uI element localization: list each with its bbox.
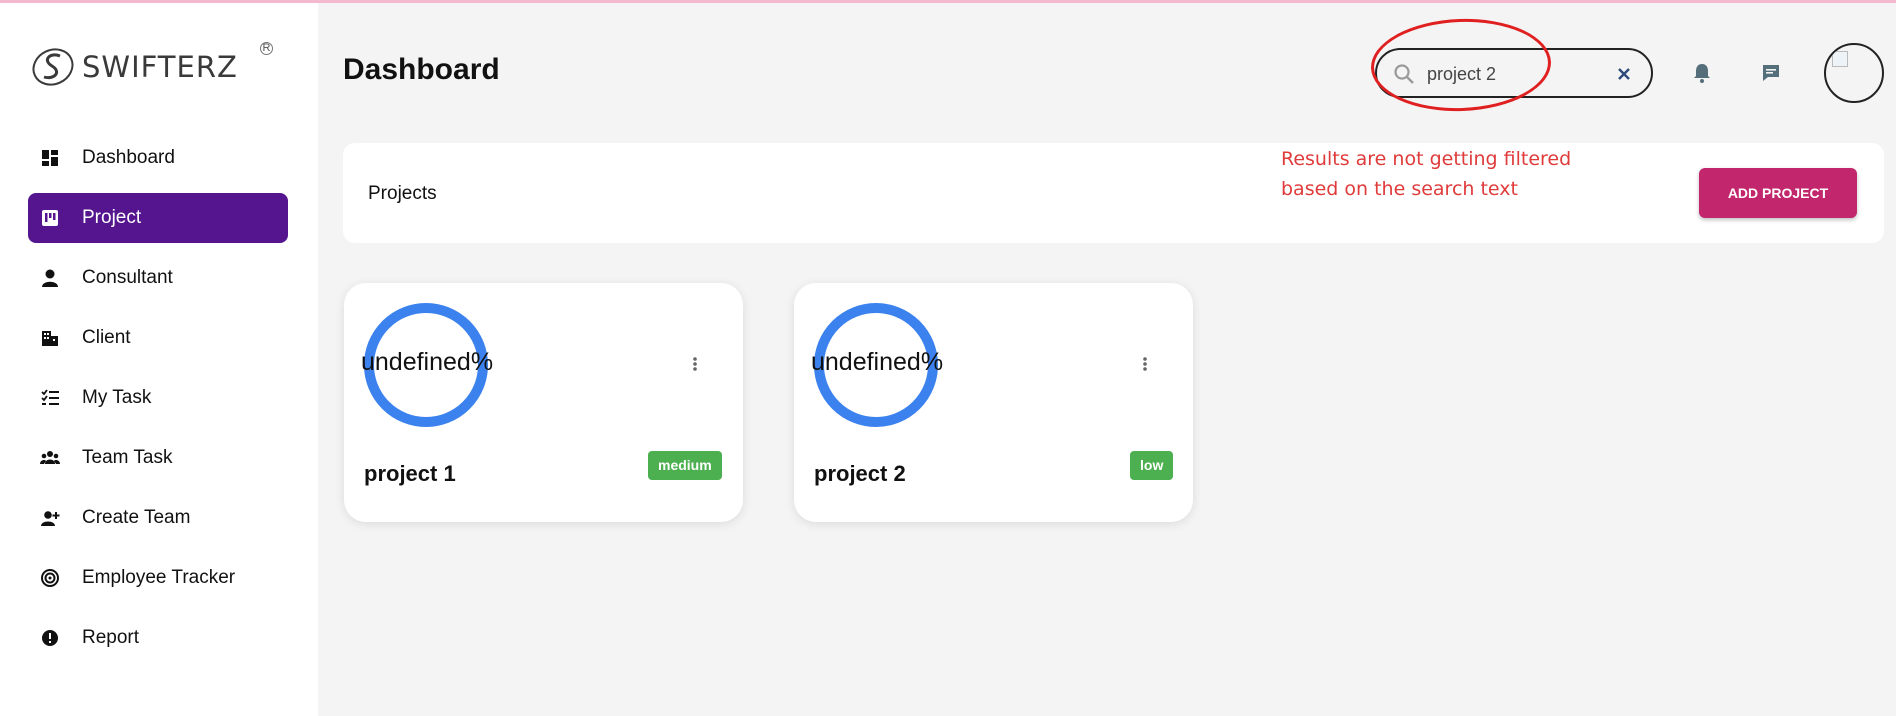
priority-badge: low (1130, 451, 1174, 480)
sidebar-item-create-team[interactable]: Create Team (28, 493, 288, 543)
sidebar-item-label: Dashboard (82, 147, 175, 168)
project-board-icon (40, 208, 60, 228)
sidebar-item-my-task[interactable]: My Task (28, 373, 288, 423)
progress-label: undefined% (811, 348, 944, 376)
sidebar-item-label: Create Team (82, 507, 191, 528)
sidebar-item-dashboard[interactable]: Dashboard (28, 133, 288, 183)
sidebar-item-label: Consultant (82, 267, 173, 288)
priority-badge: medium (648, 451, 722, 480)
bell-icon[interactable] (1690, 61, 1714, 85)
sidebar-item-label: My Task (82, 387, 152, 408)
logo-mark-icon (32, 48, 74, 86)
more-options-icon[interactable] (692, 356, 698, 372)
page-title: Dashboard (343, 53, 500, 86)
alert-circle-icon (40, 628, 60, 648)
sidebar-item-client[interactable]: Client (28, 313, 288, 363)
broken-image-icon (1832, 51, 1848, 67)
radar-icon (40, 568, 60, 588)
search-box[interactable] (1375, 48, 1653, 98)
sidebar: SWIFTERZ R Dashboard Project Consultant (0, 3, 318, 716)
sidebar-item-label: Project (82, 207, 142, 228)
add-project-button[interactable]: ADD PROJECT (1699, 168, 1857, 218)
trademark-icon: R (260, 42, 273, 55)
search-input[interactable] (1427, 60, 1597, 88)
search-icon (1394, 64, 1414, 84)
group-icon (40, 448, 60, 468)
sidebar-item-label: Client (82, 327, 131, 348)
person-icon (40, 268, 60, 288)
sidebar-item-report[interactable]: Report (28, 613, 288, 663)
project-title: project 1 (364, 461, 456, 486)
sidebar-item-project[interactable]: Project (28, 193, 288, 243)
projects-panel-title: Projects (368, 183, 437, 204)
annotation-note: Results are not getting filtered based o… (1281, 148, 1572, 200)
add-person-icon (40, 508, 60, 528)
project-card[interactable]: undefined% project 1 medium (344, 283, 743, 522)
sidebar-item-consultant[interactable]: Consultant (28, 253, 288, 303)
dashboard-icon (40, 148, 60, 168)
sidebar-item-label: Employee Tracker (82, 567, 236, 588)
progress-label: undefined% (361, 348, 494, 376)
project-card[interactable]: undefined% project 2 low (794, 283, 1193, 522)
checklist-icon (40, 388, 60, 408)
sidebar-item-team-task[interactable]: Team Task (28, 433, 288, 483)
sidebar-item-label: Team Task (82, 447, 173, 468)
brand-name: SWIFTERZ (82, 50, 238, 84)
brand-logo[interactable]: SWIFTERZ R (30, 40, 273, 94)
avatar[interactable] (1824, 43, 1884, 103)
sidebar-item-label: Report (82, 627, 140, 648)
building-icon (40, 328, 60, 348)
sidebar-nav: Dashboard Project Consultant Client My T… (28, 133, 288, 673)
chat-icon[interactable] (1760, 62, 1782, 84)
projects-panel: Projects (343, 143, 1884, 243)
project-title: project 2 (814, 461, 906, 486)
clear-search-icon[interactable] (1613, 63, 1635, 85)
sidebar-item-employee-tracker[interactable]: Employee Tracker (28, 553, 288, 603)
more-options-icon[interactable] (1142, 356, 1148, 372)
